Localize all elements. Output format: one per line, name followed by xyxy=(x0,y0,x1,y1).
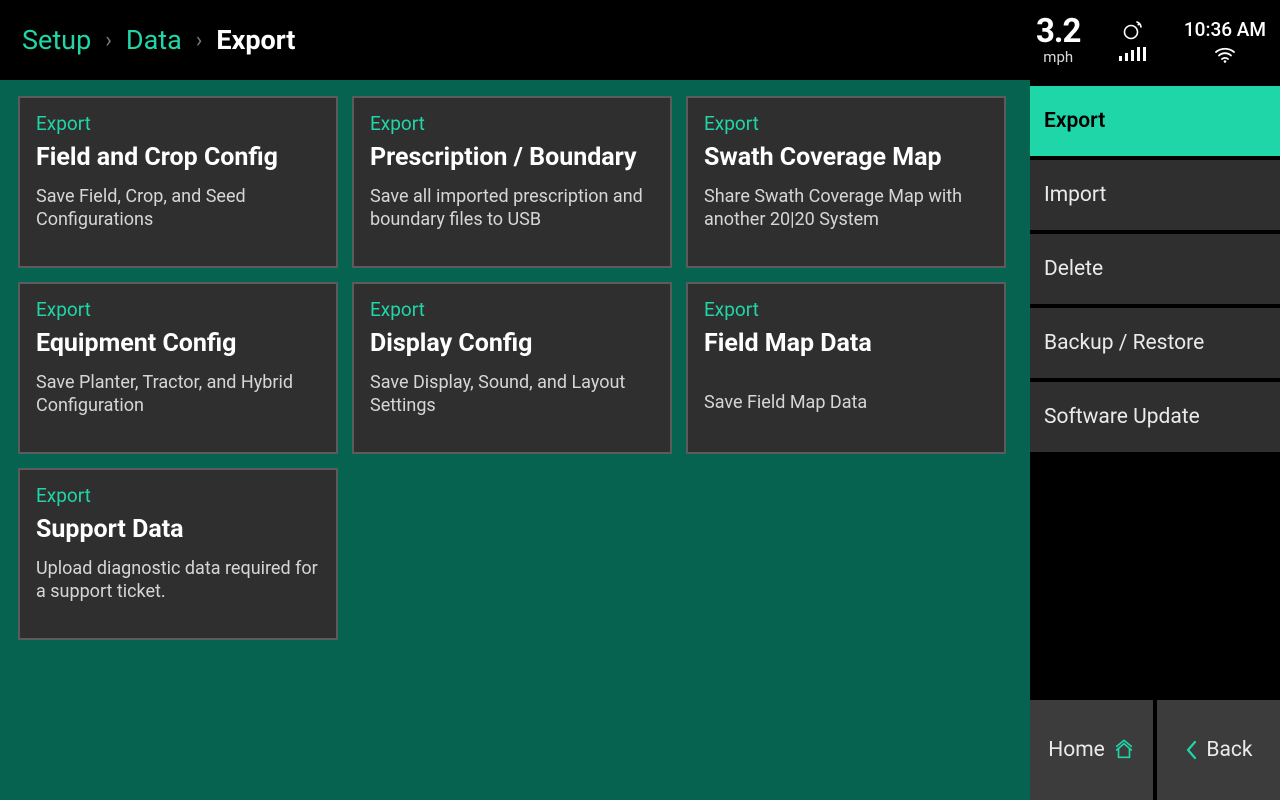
chevron-right-icon: › xyxy=(105,28,112,53)
rail-import[interactable]: Import xyxy=(1030,160,1280,230)
card-equipment-config[interactable]: Export Equipment Config Save Planter, Tr… xyxy=(18,282,338,454)
back-label: Back xyxy=(1206,738,1252,762)
card-desc: Share Swath Coverage Map with another 20… xyxy=(704,185,988,232)
status-bar: 3.2 mph 10:36 AM xyxy=(1030,0,1280,80)
clock: 10:36 AM xyxy=(1184,18,1266,41)
card-title: Display Config xyxy=(370,329,654,359)
card-field-map-data[interactable]: Export Field Map Data Save Field Map Dat… xyxy=(686,282,1006,454)
card-category: Export xyxy=(704,298,988,321)
satellite-icon xyxy=(1120,19,1144,43)
rail-software-update[interactable]: Software Update xyxy=(1030,382,1280,452)
speed-unit: mph xyxy=(1036,50,1080,65)
card-field-crop-config[interactable]: Export Field and Crop Config Save Field,… xyxy=(18,96,338,268)
rail-backup-restore[interactable]: Backup / Restore xyxy=(1030,308,1280,378)
speed-readout: 3.2 mph xyxy=(1036,15,1080,65)
rail-export[interactable]: Export xyxy=(1030,86,1280,156)
speed-value: 3.2 xyxy=(1036,15,1080,48)
side-rail: Export Import Delete Backup / Restore So… xyxy=(1030,80,1280,800)
home-button[interactable]: Home xyxy=(1030,700,1153,800)
card-category: Export xyxy=(36,298,320,321)
chevron-left-icon xyxy=(1184,739,1198,761)
card-title: Field Map Data xyxy=(704,329,988,359)
home-label: Home xyxy=(1048,738,1105,762)
rail-footer: Home Back xyxy=(1030,700,1280,800)
card-title: Support Data xyxy=(36,515,320,545)
card-prescription-boundary[interactable]: Export Prescription / Boundary Save all … xyxy=(352,96,672,268)
satellite-status xyxy=(1119,19,1146,61)
card-category: Export xyxy=(370,112,654,135)
breadcrumb-current: Export xyxy=(216,24,295,56)
breadcrumb-data[interactable]: Data xyxy=(126,24,182,56)
card-title: Field and Crop Config xyxy=(36,143,320,173)
chevron-right-icon: › xyxy=(196,28,203,53)
card-desc: Save Display, Sound, and Layout Settings xyxy=(370,371,654,418)
card-desc: Save Planter, Tractor, and Hybrid Config… xyxy=(36,371,320,418)
card-category: Export xyxy=(370,298,654,321)
card-title: Prescription / Boundary xyxy=(370,143,654,173)
wifi-icon xyxy=(1214,47,1236,63)
signal-bars-icon xyxy=(1119,47,1146,61)
card-display-config[interactable]: Export Display Config Save Display, Soun… xyxy=(352,282,672,454)
card-desc: Upload diagnostic data required for a su… xyxy=(36,557,320,604)
time-and-wifi: 10:36 AM xyxy=(1184,18,1266,63)
card-support-data[interactable]: Export Support Data Upload diagnostic da… xyxy=(18,468,338,640)
card-desc: Save Field Map Data xyxy=(704,391,988,414)
home-icon xyxy=(1113,739,1135,761)
rail-delete[interactable]: Delete xyxy=(1030,234,1280,304)
card-desc: Save Field, Crop, and Seed Configuration… xyxy=(36,185,320,232)
breadcrumb-setup[interactable]: Setup xyxy=(22,24,91,56)
export-card-grid: Export Field and Crop Config Save Field,… xyxy=(0,80,1030,800)
card-category: Export xyxy=(36,112,320,135)
card-title: Swath Coverage Map xyxy=(704,143,988,173)
card-category: Export xyxy=(704,112,988,135)
back-button[interactable]: Back xyxy=(1157,700,1280,800)
breadcrumb: Setup › Data › Export xyxy=(22,24,295,56)
card-category: Export xyxy=(36,484,320,507)
card-title: Equipment Config xyxy=(36,329,320,359)
card-desc: Save all imported prescription and bound… xyxy=(370,185,654,232)
top-bar: Setup › Data › Export xyxy=(0,0,1030,80)
card-swath-coverage-map[interactable]: Export Swath Coverage Map Share Swath Co… xyxy=(686,96,1006,268)
